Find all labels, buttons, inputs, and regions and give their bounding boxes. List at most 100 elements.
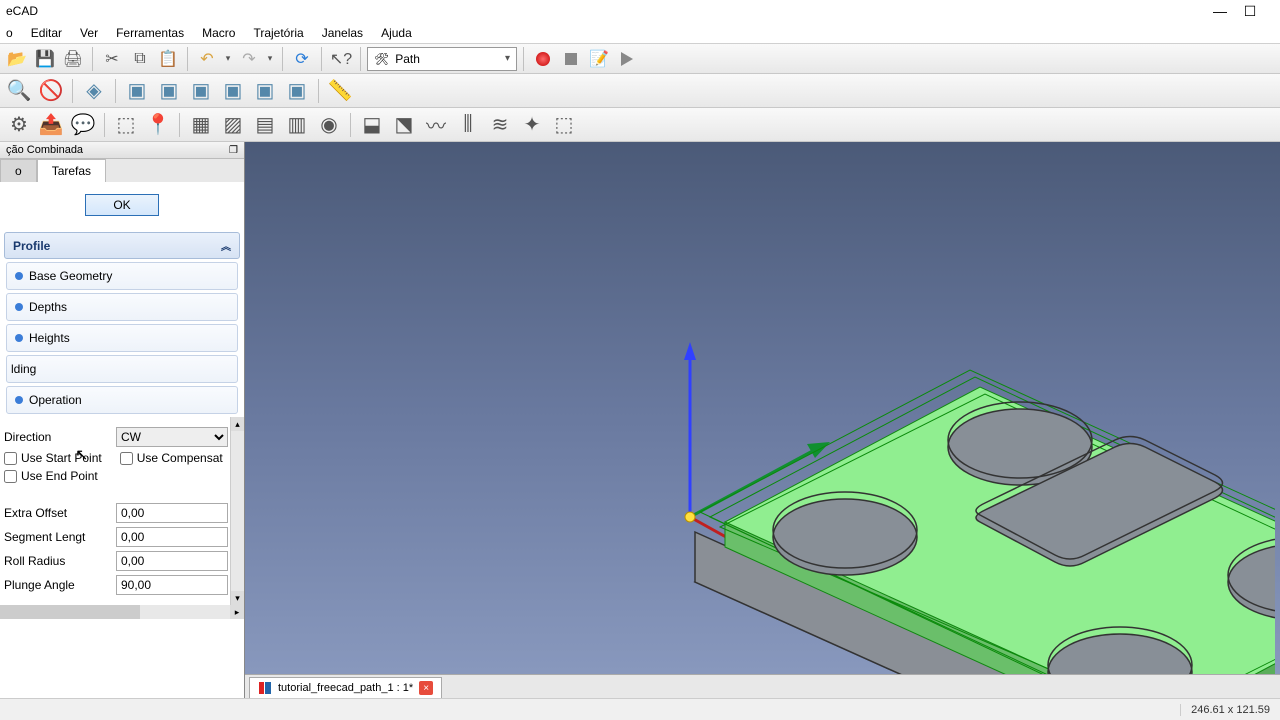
use-compensation-checkbox[interactable]: Use Compensat	[120, 451, 223, 465]
path-dressup7-icon[interactable]: ⬚	[549, 110, 579, 140]
close-document-icon[interactable]: ×	[419, 681, 433, 695]
view-front-icon[interactable]: ▣	[122, 76, 152, 106]
open-icon[interactable]: 📂	[4, 46, 30, 72]
base-geometry-section[interactable]: Base Geometry	[6, 262, 238, 290]
extra-offset-input[interactable]	[116, 503, 228, 523]
zoom-fit-icon[interactable]: 🔍	[4, 76, 34, 106]
redo-icon[interactable]: ↷	[236, 46, 262, 72]
status-coords: 246.61 x 121.59	[1180, 704, 1270, 716]
macro-edit-icon[interactable]: 📝	[586, 46, 612, 72]
3d-model	[425, 192, 1275, 698]
scroll-up-icon[interactable]: ▴	[231, 417, 244, 431]
view-bottom-icon[interactable]: ▣	[250, 76, 280, 106]
collapse-icon: ︽	[221, 238, 231, 253]
panel-header[interactable]: ção Combinada ❐	[0, 142, 244, 159]
path-dressup2-icon[interactable]: ⬔	[389, 110, 419, 140]
form-hscrollbar[interactable]: ▸	[0, 605, 244, 619]
maximize-button[interactable]: ☐	[1244, 5, 1256, 17]
path-dressup5-icon[interactable]: ≋	[485, 110, 515, 140]
scroll-right-icon[interactable]: ▸	[230, 605, 244, 619]
print-icon[interactable]: 🖨	[60, 46, 86, 72]
dock-icon[interactable]: ❐	[229, 145, 238, 156]
refresh-icon[interactable]: ⟳	[289, 46, 315, 72]
path-post-icon[interactable]: 📤	[36, 110, 66, 140]
copy-icon[interactable]: ⧉	[127, 46, 153, 72]
direction-select[interactable]: CW	[116, 427, 228, 447]
document-tab-label: tutorial_freecad_path_1 : 1*	[278, 682, 413, 694]
scroll-down-icon[interactable]: ▾	[231, 591, 244, 605]
toolbar-path: ⚙ 📤 💬 ⬚ 📍 ▦ ▨ ▤ ▥ ◉ ⬓ ⬔ 〰 ⫼ ≋ ✦ ⬚	[0, 108, 1280, 142]
path-engrave-icon[interactable]: ▥	[282, 110, 312, 140]
undo-icon[interactable]: ↶	[194, 46, 220, 72]
menu-item[interactable]: o	[6, 26, 13, 40]
path-dressup6-icon[interactable]: ✦	[517, 110, 547, 140]
path-pocket-icon[interactable]: ▨	[218, 110, 248, 140]
freecad-doc-icon	[258, 681, 272, 695]
segment-length-input[interactable]	[116, 527, 228, 547]
document-tab[interactable]: tutorial_freecad_path_1 : 1* ×	[249, 677, 442, 698]
menu-item[interactable]: Macro	[202, 26, 235, 40]
profile-label: Profile	[13, 239, 50, 253]
use-start-point-checkbox[interactable]: Use Start Point	[4, 451, 102, 465]
tab-tasks[interactable]: Tarefas	[37, 159, 106, 182]
macro-play-icon[interactable]	[614, 46, 640, 72]
chevron-down-icon: ▾	[505, 53, 510, 64]
workbench-label: Path	[395, 52, 420, 66]
path-dressup3-icon[interactable]: 〰	[421, 110, 451, 140]
plunge-angle-input[interactable]	[116, 575, 228, 595]
path-tool1-icon[interactable]: ⬚	[111, 110, 141, 140]
whats-this-icon[interactable]: ↖?	[328, 46, 354, 72]
save-icon[interactable]: 💾	[32, 46, 58, 72]
profile-section[interactable]: Profile ︽	[4, 232, 240, 259]
menu-item[interactable]: Trajetória	[253, 26, 303, 40]
plunge-angle-label: Plunge Angle	[4, 578, 112, 592]
workbench-selector[interactable]: 🛠 Path ▾	[367, 47, 517, 71]
path-tool2-icon[interactable]: 📍	[143, 110, 173, 140]
view-left-icon[interactable]: ▣	[282, 76, 312, 106]
path-comment-icon[interactable]: 💬	[68, 110, 98, 140]
3d-viewport[interactable]: tutorial_freecad_path_1 : 1* ×	[245, 142, 1280, 698]
path-profile-icon[interactable]: ▦	[186, 110, 216, 140]
view-rear-icon[interactable]: ▣	[218, 76, 248, 106]
path-dressup4-icon[interactable]: ⫼	[453, 110, 483, 140]
direction-label: Direction	[4, 430, 112, 444]
path-icon: 🛠	[374, 52, 389, 66]
menubar: o Editar Ver Ferramentas Macro Trajetóri…	[0, 22, 1280, 44]
menu-item[interactable]: Ajuda	[381, 26, 412, 40]
tab-model[interactable]: o	[0, 159, 37, 182]
view-iso-icon[interactable]: ◈	[79, 76, 109, 106]
menu-item[interactable]: Ferramentas	[116, 26, 184, 40]
toolbar-standard: 📂 💾 🖨 ✂ ⧉ 📋 ↶ ▾ ↷ ▾ ⟳ ↖? 🛠 Path ▾ 📝	[0, 44, 1280, 74]
view-right-icon[interactable]: ▣	[186, 76, 216, 106]
operation-section[interactable]: Operation	[6, 386, 238, 414]
undo-dropdown-icon[interactable]: ▾	[222, 46, 234, 72]
paste-icon[interactable]: 📋	[155, 46, 181, 72]
path-dressup1-icon[interactable]: ⬓	[357, 110, 387, 140]
ok-button[interactable]: OK	[85, 194, 159, 216]
redo-dropdown-icon[interactable]: ▾	[264, 46, 276, 72]
measure-icon[interactable]: 📏	[325, 76, 355, 106]
titlebar: eCAD ― ☐	[0, 0, 1280, 22]
menu-item[interactable]: Janelas	[322, 26, 363, 40]
draw-style-icon[interactable]: 🚫	[36, 76, 66, 106]
menu-item[interactable]: Ver	[80, 26, 98, 40]
toolbar-view: 🔍 🚫 ◈ ▣ ▣ ▣ ▣ ▣ ▣ 📏	[0, 74, 1280, 108]
extra-offset-label: Extra Offset	[4, 506, 112, 520]
use-end-point-checkbox[interactable]: Use End Point	[4, 469, 98, 483]
depths-section[interactable]: Depths	[6, 293, 238, 321]
panel-title: ção Combinada	[6, 144, 83, 156]
macro-stop-icon[interactable]	[558, 46, 584, 72]
view-top-icon[interactable]: ▣	[154, 76, 184, 106]
roll-radius-input[interactable]	[116, 551, 228, 571]
path-surface-icon[interactable]: ◉	[314, 110, 344, 140]
holding-section[interactable]: lding	[6, 355, 238, 383]
form-scrollbar[interactable]: ▴ ▾	[230, 417, 244, 605]
cut-icon[interactable]: ✂	[99, 46, 125, 72]
minimize-button[interactable]: ―	[1214, 5, 1226, 17]
macro-record-icon[interactable]	[530, 46, 556, 72]
path-job-icon[interactable]: ⚙	[4, 110, 34, 140]
roll-radius-label: Roll Radius	[4, 554, 112, 568]
menu-item[interactable]: Editar	[31, 26, 62, 40]
heights-section[interactable]: Heights	[6, 324, 238, 352]
path-drill-icon[interactable]: ▤	[250, 110, 280, 140]
